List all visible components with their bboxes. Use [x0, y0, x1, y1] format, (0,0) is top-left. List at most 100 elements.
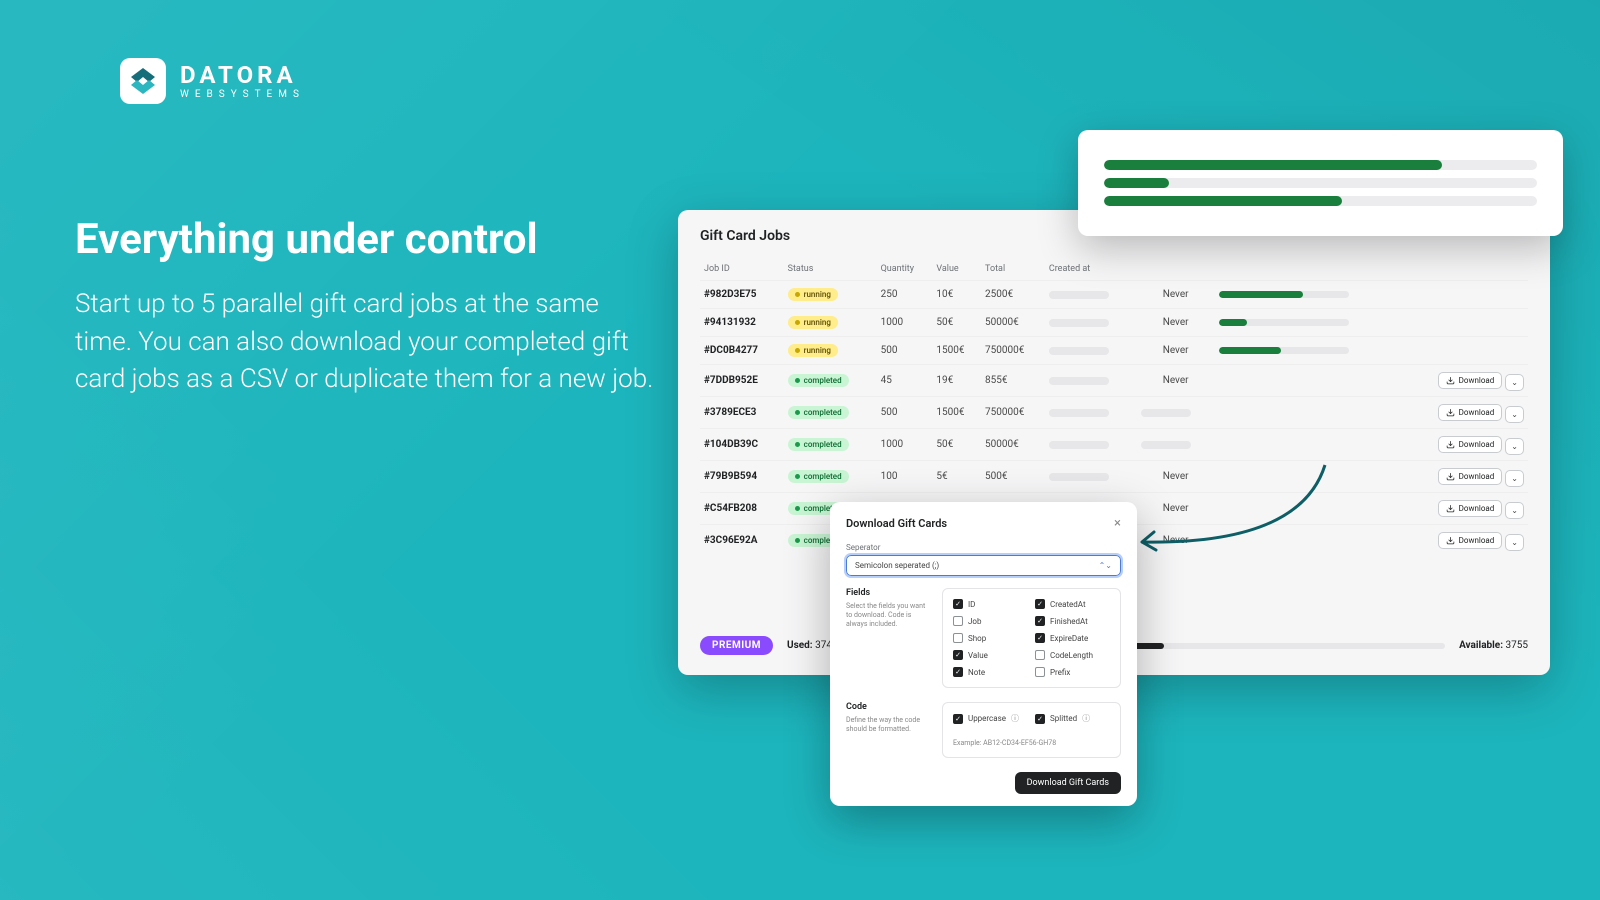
job-id-cell: #DC0B4277 — [700, 337, 784, 365]
field-checkbox[interactable]: ✓Value — [953, 650, 1028, 660]
code-heading: Code — [846, 702, 932, 712]
fields-grid: ✓ID ✓CreatedAt Job ✓FinishedAt Shop ✓ExpireDa… — [942, 588, 1121, 688]
progress-cell — [1215, 397, 1401, 429]
table-header: Quantity — [877, 258, 933, 281]
expires-cell: Never — [1137, 461, 1215, 493]
value-cell: 5€ — [932, 461, 981, 493]
table-header: Status — [784, 258, 877, 281]
select-caret-icon: ⌃⌄ — [1099, 561, 1112, 570]
separator-select[interactable]: Semicolon seperated (;) ⌃⌄ — [846, 555, 1121, 576]
modal-title: Download Gift Cards — [846, 517, 947, 530]
value-cell: 50€ — [932, 429, 981, 461]
code-option-checkbox[interactable]: ✓Splittedⓘ — [1035, 713, 1110, 724]
table-row: #DC0B4277running5001500€750000€Never — [700, 337, 1528, 365]
field-checkbox[interactable]: Job — [953, 616, 1028, 626]
job-id-cell: #3789ECE3 — [700, 397, 784, 429]
job-id-cell: #79B9B594 — [700, 461, 784, 493]
separator-label: Seperator — [846, 543, 1121, 552]
total-cell: 750000€ — [981, 397, 1045, 429]
download-cell — [1401, 309, 1528, 337]
table-row: #79B9B594completed1005€500€ Never Download… — [700, 461, 1528, 493]
download-caret-button[interactable]: ⌄ — [1505, 502, 1524, 519]
table-row: #94131932running100050€50000€Never — [700, 309, 1528, 337]
download-caret-button[interactable]: ⌄ — [1505, 470, 1524, 487]
close-icon[interactable]: × — [1114, 516, 1121, 531]
value-cell: 1500€ — [932, 337, 981, 365]
total-cell: 500€ — [981, 461, 1045, 493]
progress-cell — [1215, 429, 1401, 461]
value-cell: 10€ — [932, 281, 981, 309]
download-button[interactable]: Download — [1438, 468, 1503, 485]
brand-logo: DATORA WEBSYSTEMS — [120, 58, 305, 104]
table-header — [1137, 258, 1215, 281]
download-caret-button[interactable]: ⌄ — [1505, 374, 1524, 391]
progress-cell — [1215, 281, 1401, 309]
download-cell — [1401, 281, 1528, 309]
field-checkbox[interactable]: ✓FinishedAt — [1035, 616, 1110, 626]
field-checkbox[interactable]: Shop — [953, 633, 1028, 643]
value-cell: 1500€ — [932, 397, 981, 429]
download-button[interactable]: Download — [1438, 436, 1503, 453]
status-badge: completed — [784, 397, 877, 429]
download-button[interactable]: Download — [1438, 532, 1503, 549]
progress-cell — [1215, 525, 1401, 557]
created-cell — [1045, 281, 1137, 309]
download-cards-button[interactable]: Download Gift Cards — [1015, 772, 1121, 794]
total-cell: 750000€ — [981, 337, 1045, 365]
code-option-checkbox[interactable]: ✓Uppercaseⓘ — [953, 713, 1028, 724]
premium-badge: PREMIUM — [700, 636, 773, 655]
job-id-cell: #982D3E75 — [700, 281, 784, 309]
brand-subtitle: WEBSYSTEMS — [180, 89, 305, 100]
field-checkbox[interactable]: CodeLength — [1035, 650, 1110, 660]
progress-cell — [1215, 493, 1401, 525]
status-badge: completed — [784, 461, 877, 493]
table-header: Value — [932, 258, 981, 281]
hero-title: Everything under control — [75, 215, 655, 264]
info-icon: ⓘ — [1011, 713, 1019, 724]
table-header: Job ID — [700, 258, 784, 281]
field-checkbox[interactable]: ✓CreatedAt — [1035, 599, 1110, 609]
total-cell: 50000€ — [981, 309, 1045, 337]
download-button[interactable]: Download — [1438, 372, 1503, 389]
progress-bar — [1104, 178, 1537, 188]
expires-cell: Never — [1137, 365, 1215, 397]
expires-cell — [1137, 429, 1215, 461]
download-caret-button[interactable]: ⌄ — [1505, 438, 1524, 455]
expires-cell: Never — [1137, 309, 1215, 337]
code-grid: ✓Uppercaseⓘ ✓Splittedⓘ Example: AB12-CD34-… — [942, 702, 1121, 758]
total-cell: 855€ — [981, 365, 1045, 397]
job-id-cell: #104DB39C — [700, 429, 784, 461]
brand-mark-icon — [120, 58, 166, 104]
field-checkbox[interactable]: Prefix — [1035, 667, 1110, 677]
code-example: Example: AB12-CD34-EF56-GH78 — [953, 739, 1110, 747]
created-cell — [1045, 429, 1137, 461]
qty-cell: 100 — [877, 461, 933, 493]
hero-copy: Everything under control Start up to 5 p… — [75, 215, 655, 399]
status-badge: completed — [784, 365, 877, 397]
total-cell: 50000€ — [981, 429, 1045, 461]
download-caret-button[interactable]: ⌄ — [1505, 534, 1524, 551]
progress-cell — [1215, 365, 1401, 397]
download-button[interactable]: Download — [1438, 500, 1503, 517]
info-icon: ⓘ — [1082, 713, 1090, 724]
created-cell — [1045, 309, 1137, 337]
fields-hint: Select the fields you want to download. … — [846, 602, 932, 628]
qty-cell: 250 — [877, 281, 933, 309]
qty-cell: 500 — [877, 337, 933, 365]
job-id-cell: #C54FB208 — [700, 493, 784, 525]
progress-bar — [1104, 160, 1537, 170]
status-badge: running — [784, 281, 877, 309]
download-caret-button[interactable]: ⌄ — [1505, 406, 1524, 423]
field-checkbox[interactable]: ✓ExpireDate — [1035, 633, 1110, 643]
table-row: #7DDB952Ecompleted4519€855€NeverDownload… — [700, 365, 1528, 397]
expires-cell: Never — [1137, 337, 1215, 365]
expires-cell: Never — [1137, 525, 1215, 557]
progress-bar — [1104, 196, 1537, 206]
job-id-cell: #94131932 — [700, 309, 784, 337]
qty-cell: 500 — [877, 397, 933, 429]
table-row: #104DB39Ccompleted100050€50000€Download⌄ — [700, 429, 1528, 461]
table-row: #3789ECE3completed5001500€750000€ Downloa… — [700, 397, 1528, 429]
field-checkbox[interactable]: ✓Note — [953, 667, 1028, 677]
download-button[interactable]: Download — [1438, 404, 1503, 421]
field-checkbox[interactable]: ✓ID — [953, 599, 1028, 609]
